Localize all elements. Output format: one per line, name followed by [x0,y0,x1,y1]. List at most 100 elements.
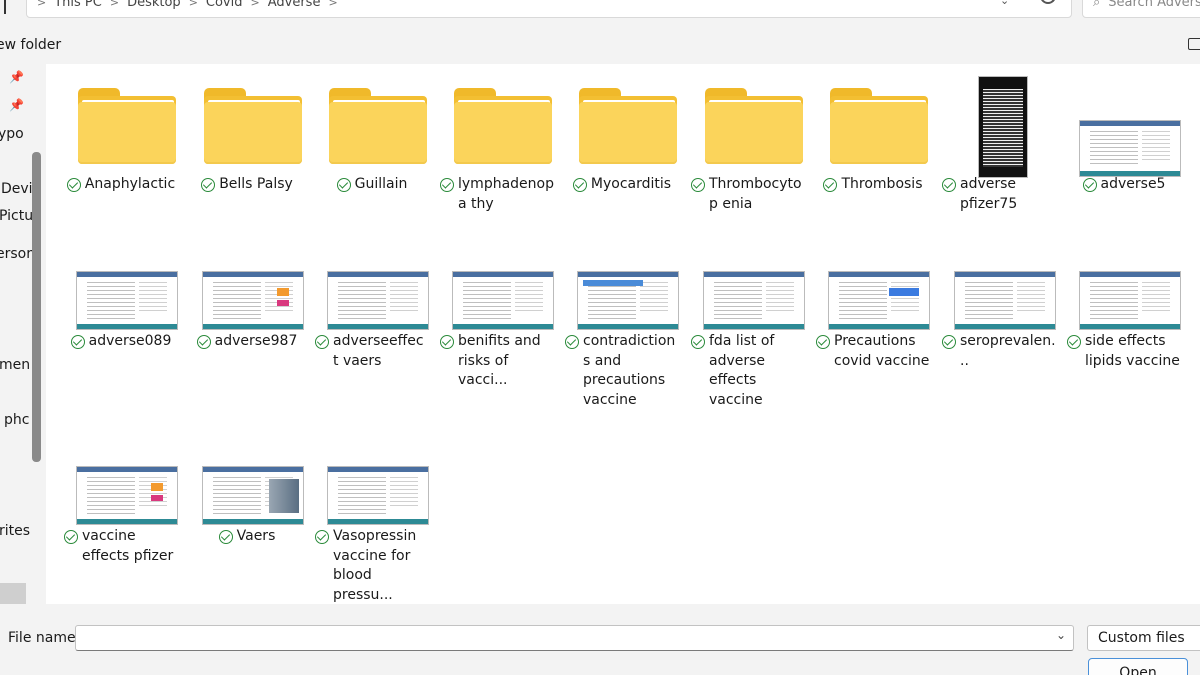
address-bar[interactable]: > This PC > Desktop > Covid > Adverse > [26,0,1072,18]
item-label: Myocarditis [559,175,685,195]
image-thumbnail [703,271,805,330]
folder-icon [830,88,928,164]
sync-status-check-icon [691,178,705,192]
nav-item-pictures[interactable]: Pictu [0,208,33,224]
breadcrumb-this-pc[interactable]: This PC [54,0,102,10]
item-name: Vaers [236,528,276,544]
image-thumbnail [76,466,178,525]
breadcrumb-desktop[interactable]: Desktop [127,0,181,10]
item-name: benifits and risks of vacci... [458,333,541,388]
sync-status-check-icon [218,530,233,544]
nav-item-favorites[interactable]: rites [0,523,30,539]
item-label: seroprevalen... [936,332,1062,371]
new-folder-button[interactable]: ew folder [0,37,61,53]
folder-icon [329,88,427,164]
item-name: adverse5 [1100,176,1166,192]
item-name: fda list of adverse effects vaccine [709,333,775,408]
preview-pane-icon[interactable] [1188,38,1200,50]
item-name: Thrombosis [841,176,923,192]
item-label: vaccine effects pfizer [58,527,184,566]
thumbnail [309,64,435,174]
breadcrumb-adverse[interactable]: Adverse [268,0,321,10]
thumbnail [309,416,435,526]
item-name: adverse pfizer75 [960,176,1018,212]
item-label: adverse5 [1061,175,1187,195]
sync-status-check-icon [66,178,81,192]
thumbnail [184,416,310,526]
item-label: Vaers [184,527,310,547]
thumbnail [1061,221,1187,331]
item-label: adverse pfizer75 [936,175,1062,214]
file-name-label: File name: [8,630,81,646]
search-placeholder: Search Adverse [1108,0,1200,10]
image-thumbnail [202,271,304,330]
item-name: Guillain [354,176,408,192]
image-thumbnail [202,466,304,525]
thumbnail [184,64,310,174]
folder-icon [78,88,176,164]
thumbnail [58,221,184,331]
chevron-down-icon[interactable]: ⌄ [1000,0,1009,7]
image-thumbnail [954,271,1056,330]
item-label: contradictions and precautions vaccine [559,332,685,410]
sync-status-check-icon [440,178,454,192]
sync-status-check-icon [942,178,956,192]
item-label: Thrombocytop enia [685,175,811,214]
open-button[interactable]: Open [1088,658,1188,675]
thumbnail [58,416,184,526]
sync-status-check-icon [196,335,211,349]
nav-item-photos[interactable]: phc [4,412,29,428]
sync-status-check-icon [64,530,78,544]
sync-status-check-icon [201,178,216,192]
image-thumbnail [1079,271,1181,330]
image-thumbnail [1079,120,1181,177]
nav-item-devices[interactable]: Devi [1,181,33,197]
item-name: Bells Palsy [219,176,293,192]
thumbnail [685,221,811,331]
thumbnail [309,221,435,331]
sync-status-check-icon [942,335,956,349]
item-label: Vasopressin vaccine for blood pressu... [309,527,435,605]
chevron-down-icon[interactable]: ⌄ [1056,628,1066,642]
nav-item-quick-access[interactable]: ypo [0,126,24,142]
item-label: lymphadenopa thy [434,175,560,214]
nav-scrollbar[interactable] [32,152,41,462]
sync-status-check-icon [440,335,454,349]
item-name: contradictions and precautions vaccine [583,333,676,408]
search-input[interactable]: ⌕ Search Adverse [1082,0,1200,18]
thumbnail [434,64,560,174]
nav-item-documents[interactable]: men [0,357,30,373]
folder-icon [579,88,677,164]
thumbnail [434,221,560,331]
sync-status-check-icon [336,178,351,192]
sync-status-check-icon [315,530,329,544]
image-thumbnail [76,271,178,330]
nav-item-personal[interactable]: ersor [0,246,32,262]
sync-status-check-icon [1067,335,1081,349]
item-label: Guillain [309,175,435,195]
item-name: side effects lipids vaccine [1085,333,1180,369]
image-thumbnail [327,271,429,330]
thumbnail [685,64,811,174]
item-label: adverseeffect vaers [309,332,435,371]
item-name: adverseeffect vaers [333,333,424,369]
pin-icon: 📌 [9,98,24,112]
file-list: Anaphylactic Bells Palsy Guillain lymphaden… [46,64,1200,604]
image-thumbnail [978,76,1028,178]
item-name: Anaphylactic [84,176,176,192]
nav-item-selected[interactable] [0,583,26,605]
sync-status-check-icon [1082,178,1097,192]
breadcrumb-covid[interactable]: Covid [206,0,243,10]
navigation-pane: 📌 📌 ypo Devi Pictu ersor men phc rites [0,64,46,605]
folder-icon [204,88,302,164]
image-thumbnail [452,271,554,330]
file-name-input[interactable] [75,625,1074,651]
image-thumbnail [327,466,429,525]
item-name: adverse987 [214,333,298,349]
thumbnail [559,221,685,331]
sync-status-check-icon [816,335,830,349]
file-type-filter[interactable]: Custom files [1087,625,1200,651]
image-thumbnail [577,271,679,330]
back-arrow-icon[interactable] [0,0,6,14]
pin-icon: 📌 [9,70,24,84]
